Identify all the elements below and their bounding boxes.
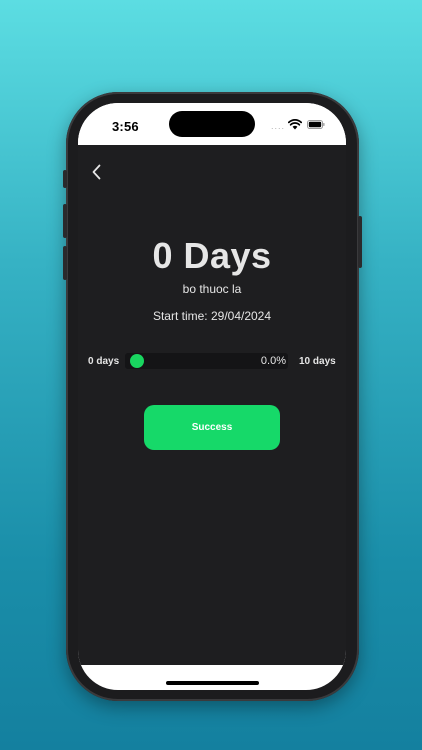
- progress-row: 0 days 0.0% 10 days: [78, 352, 346, 374]
- dynamic-island: [169, 111, 255, 137]
- battery-icon: [307, 120, 325, 129]
- days-counter: 0 Days: [152, 235, 272, 276]
- volume-up-button: [63, 204, 67, 238]
- goal-name: bo thuoc la: [182, 282, 242, 296]
- progress-track: 0.0%: [125, 353, 288, 369]
- success-button[interactable]: Success: [144, 405, 280, 450]
- chevron-left-icon: [92, 164, 101, 180]
- power-button: [358, 216, 362, 268]
- wifi-icon: [288, 119, 302, 130]
- signal-icon: ....: [271, 121, 286, 131]
- phone-screen: 3:56 .... 0 Days bo thuoc la Start time:…: [78, 103, 346, 690]
- progress-min-label: 0 days: [88, 356, 120, 367]
- progress-max-label: 10 days: [299, 356, 336, 367]
- status-time: 3:56: [112, 119, 139, 134]
- progress-indicator: [130, 354, 144, 368]
- start-time-label: Start time: 29/04/2024: [152, 309, 272, 323]
- app-content: 0 Days bo thuoc la Start time: 29/04/202…: [78, 145, 346, 665]
- status-bar: 3:56 ....: [78, 103, 346, 145]
- action-button: [63, 170, 67, 188]
- progress-percent: 0.0%: [260, 355, 286, 367]
- home-indicator: [166, 681, 259, 685]
- volume-down-button: [63, 246, 67, 280]
- back-button[interactable]: [86, 161, 108, 183]
